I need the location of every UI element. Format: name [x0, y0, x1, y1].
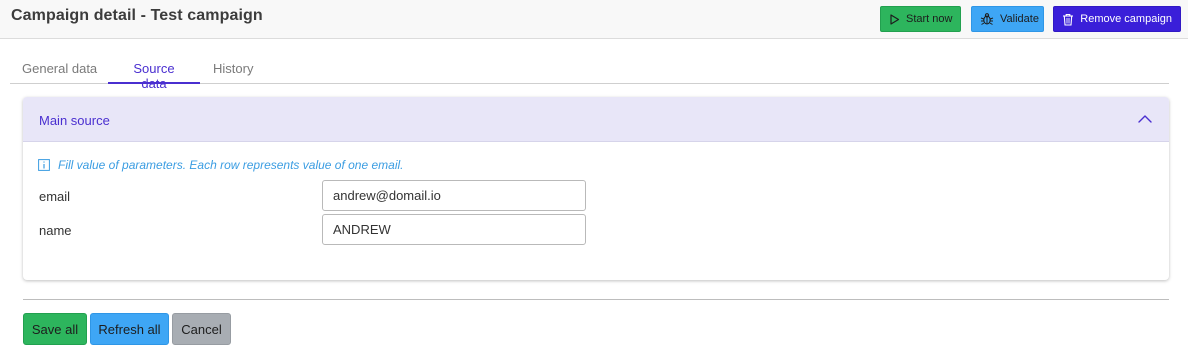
- main-source-header[interactable]: Main source: [23, 97, 1169, 142]
- tab-source-data[interactable]: Source data: [108, 52, 200, 91]
- email-label: email: [39, 189, 71, 204]
- footer-divider: [23, 299, 1169, 300]
- tab-general-data[interactable]: General data: [10, 52, 109, 84]
- info-text: Fill value of parameters. Each row repre…: [58, 158, 404, 172]
- info-icon: [38, 159, 50, 171]
- trash-icon: [1062, 12, 1074, 26]
- start-now-label: Start now: [906, 13, 953, 25]
- page-header: Campaign detail - Test campaign Start no…: [0, 0, 1188, 39]
- play-icon: [889, 12, 900, 26]
- cancel-button[interactable]: Cancel: [172, 313, 231, 345]
- info-message: Fill value of parameters. Each row repre…: [38, 158, 404, 172]
- validate-button[interactable]: Validate: [971, 6, 1044, 32]
- chevron-up-icon[interactable]: [1136, 110, 1154, 128]
- card-title: Main source: [39, 113, 110, 128]
- start-now-button[interactable]: Start now: [880, 6, 961, 32]
- main-source-card: Main source Fill value of parameters. Ea…: [23, 97, 1169, 280]
- save-all-button[interactable]: Save all: [23, 313, 87, 345]
- email-field[interactable]: [322, 180, 586, 211]
- name-label: name: [39, 223, 72, 238]
- remove-campaign-button[interactable]: Remove campaign: [1053, 6, 1181, 32]
- tab-history[interactable]: History: [201, 52, 265, 84]
- name-field[interactable]: [322, 214, 586, 245]
- tab-bar: General data Source data History: [10, 52, 1169, 91]
- remove-campaign-label: Remove campaign: [1080, 13, 1172, 25]
- validate-label: Validate: [1000, 13, 1039, 25]
- refresh-all-button[interactable]: Refresh all: [90, 313, 169, 345]
- page-title: Campaign detail - Test campaign: [11, 7, 263, 24]
- bug-icon: [980, 12, 994, 26]
